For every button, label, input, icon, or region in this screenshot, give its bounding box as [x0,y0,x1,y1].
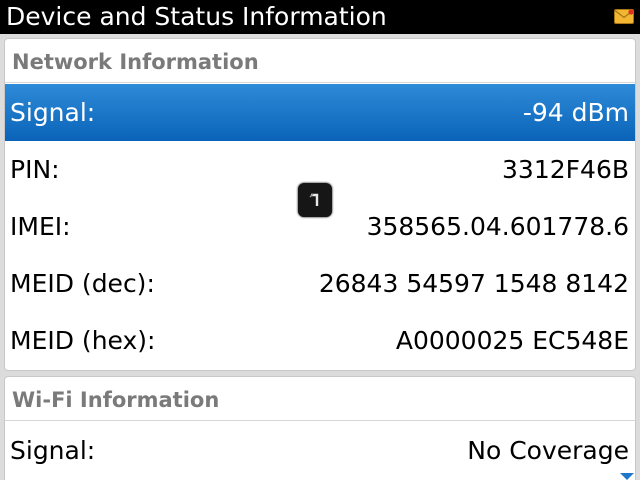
network-section-title: Network Information [12,50,259,74]
trackpad-cursor-icon [298,183,332,217]
row-value: 26843 54597 1548 8142 [318,269,629,298]
screen-title: Device and Status Information [6,2,387,31]
row-label: MEID (dec): [10,269,155,298]
row-value: -94 dBm [522,98,629,127]
device-status-screen: Device and Status Information Network In… [0,0,640,480]
title-bar: Device and Status Information [0,0,640,34]
row-value: No Coverage [467,436,629,465]
network-row-signal[interactable]: Signal: -94 dBm [5,84,635,141]
network-row-meid-dec[interactable]: MEID (dec): 26843 54597 1548 8142 [5,255,635,312]
row-label: MEID (hex): [10,326,156,355]
row-value: 358565.04.601778.6 [366,212,629,241]
network-section-header: Network Information [5,39,635,83]
wifi-row-signal[interactable]: Signal: No Coverage [5,422,635,479]
scroll-down-arrow-icon [620,473,634,480]
mail-icon[interactable] [614,9,634,24]
row-value: 3312F46B [502,155,629,184]
network-row-meid-hex[interactable]: MEID (hex): A0000025 EC548E [5,312,635,369]
wifi-section-title: Wi-Fi Information [12,388,220,412]
row-label: Signal: [10,98,96,127]
row-label: Signal: [10,436,96,465]
wifi-section-header: Wi-Fi Information [5,377,635,421]
row-label: PIN: [10,155,60,184]
row-value: A0000025 EC548E [395,326,629,355]
row-label: IMEI: [10,212,71,241]
wifi-information-section: Wi-Fi Information Signal: No Coverage [4,376,636,480]
